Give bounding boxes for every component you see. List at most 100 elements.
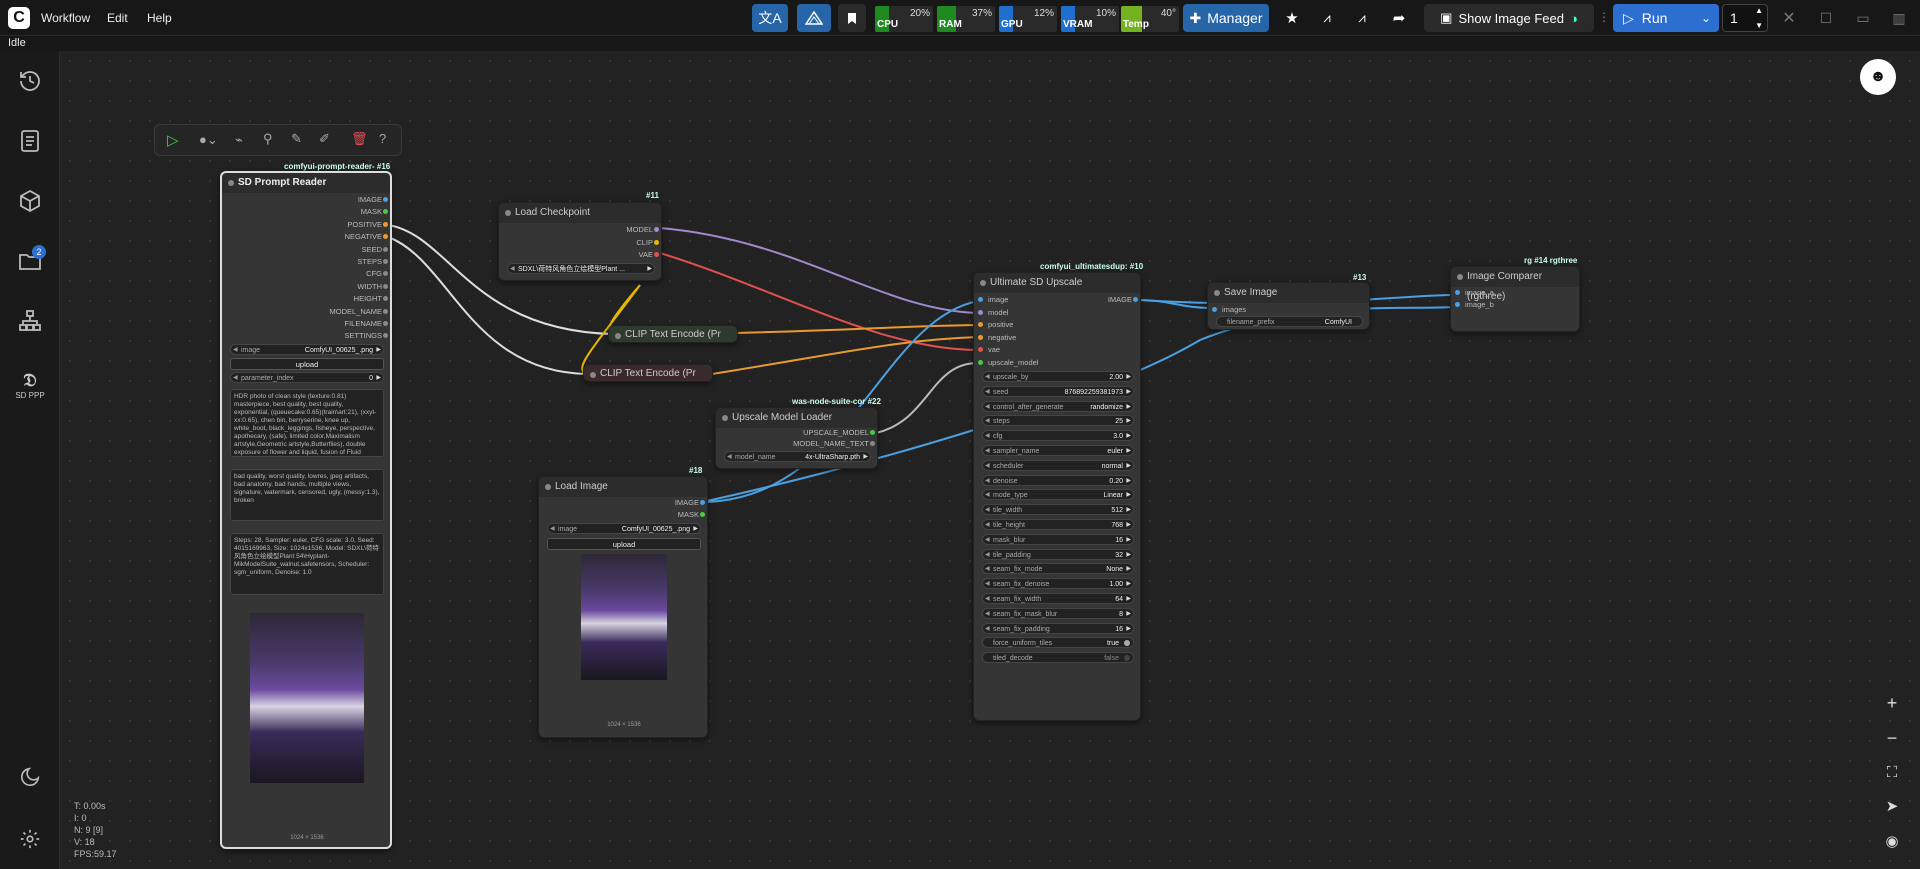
slot-model[interactable] xyxy=(978,309,983,315)
run-selected-icon[interactable]: ▷ xyxy=(167,131,179,149)
run-button[interactable]: ▷ Run ⌄ xyxy=(1613,4,1719,32)
node-ultimate-sd-upscale[interactable]: Ultimate SD Upscale image model positive ne… xyxy=(973,272,1141,721)
node-title[interactable]: Load Image xyxy=(539,477,707,497)
node-title[interactable]: CLIP Text Encode (Pr xyxy=(609,326,737,344)
settings-textarea[interactable]: Steps: 28, Sampler: euler, CFG scale: 3.… xyxy=(230,533,384,595)
model-library-button[interactable] xyxy=(12,183,48,219)
star-button[interactable]: ★ xyxy=(1278,4,1306,32)
slot-image[interactable] xyxy=(700,500,705,505)
slot-image[interactable] xyxy=(978,297,983,302)
assistant-avatar-icon[interactable]: ☻ xyxy=(1860,59,1896,95)
bookmark-button[interactable] xyxy=(838,4,866,32)
fit-view-button[interactable]: ⛶ xyxy=(1874,758,1910,786)
menu-workflow[interactable]: Workflow xyxy=(41,11,90,25)
node-title[interactable]: Ultimate SD Upscale xyxy=(974,273,1140,293)
node-title[interactable]: Image Comparer (rgthree) xyxy=(1451,267,1579,302)
settings-button[interactable] xyxy=(12,821,48,857)
widget-seam-fix-mask-blur[interactable]: seam_fix_mask_blur 8 xyxy=(982,607,1134,620)
negative-prompt-textarea[interactable]: bad quality, worst quality, lowres, jpeg… xyxy=(230,469,384,521)
window-button-c[interactable]: ▥ xyxy=(1886,4,1912,32)
slot-image-a[interactable] xyxy=(1455,290,1460,295)
window-button-b[interactable]: ▭ xyxy=(1850,4,1876,32)
slot-image[interactable] xyxy=(383,197,388,202)
slot-image-b[interactable] xyxy=(1455,302,1460,307)
slot-positive[interactable] xyxy=(383,221,388,227)
node-title[interactable]: Upscale Model Loader xyxy=(716,408,877,428)
help-icon[interactable]: ? xyxy=(379,131,386,146)
node-load-image[interactable]: Load Image IMAGE MASK image ComfyUI_00625… xyxy=(538,476,708,738)
queue-button[interactable] xyxy=(12,123,48,159)
node-load-checkpoint[interactable]: Load Checkpoint MODEL CLIP VAE SDXL\荷特风角色立… xyxy=(498,202,662,281)
widget-mask-blur[interactable]: mask_blur 16 xyxy=(982,533,1134,546)
color-picker-icon[interactable]: ●⌄ xyxy=(199,132,218,148)
widget-tile-height[interactable]: tile_height 768 xyxy=(982,519,1134,531)
history-button[interactable] xyxy=(12,63,48,99)
window-button-a[interactable]: ☐ xyxy=(1813,4,1839,32)
node-library-button[interactable] xyxy=(12,303,48,339)
node-title[interactable]: SD Prompt Reader xyxy=(222,173,390,193)
toggle-links-button[interactable]: ◉ xyxy=(1874,827,1910,855)
widget-seam-fix-padding[interactable]: seam_fix_padding 16 xyxy=(982,622,1134,635)
slot-settings[interactable] xyxy=(383,333,388,339)
image-select[interactable]: image ComfyUI_00625_.png xyxy=(230,344,384,356)
widget-denoise[interactable]: denoise 0.20 xyxy=(982,474,1134,487)
locate-button[interactable]: ➤ xyxy=(1874,792,1910,820)
input-slot[interactable] xyxy=(1212,307,1217,312)
node-clip-text-encode-positive[interactable]: CLIP Text Encode (Pr xyxy=(608,325,738,343)
slot-negative[interactable] xyxy=(383,234,388,240)
slot-upscale-model[interactable] xyxy=(978,359,983,365)
sd-ppp-button[interactable]: 𝔇 SD PPP xyxy=(12,363,48,407)
node-title[interactable]: Load Checkpoint xyxy=(499,203,661,223)
zoom-in-button[interactable]: + xyxy=(1874,689,1910,717)
slot-height[interactable] xyxy=(383,296,388,302)
edit-icon[interactable]: ✎ xyxy=(291,131,302,147)
translate-button[interactable]: 文A xyxy=(752,4,788,32)
queue-count-stepper[interactable]: 1 ▲ ▼ xyxy=(1722,4,1768,32)
widget-tile-padding[interactable]: tile_padding 32 xyxy=(982,548,1134,561)
output-slot[interactable] xyxy=(1133,297,1138,302)
workflows-button[interactable]: 2 xyxy=(12,243,48,279)
widget-steps[interactable]: steps 25 xyxy=(982,415,1134,427)
image-select[interactable]: image ComfyUI_00625_.png xyxy=(547,523,701,535)
node-save-image[interactable]: Save Image images filename_prefix ComfyU… xyxy=(1207,282,1370,330)
slot-clip[interactable] xyxy=(654,239,659,245)
widget-seam-fix-width[interactable]: seam_fix_width 64 xyxy=(982,593,1134,605)
widget-force-uniform-tiles[interactable]: force_uniform_tiles true xyxy=(982,637,1134,649)
widget-seam-fix-mode[interactable]: seam_fix_mode None xyxy=(982,563,1134,575)
slot-upscale-model[interactable] xyxy=(870,430,875,435)
node-title[interactable]: Save Image xyxy=(1208,283,1369,303)
menu-edit[interactable]: Edit xyxy=(107,11,128,25)
crystools-button[interactable] xyxy=(797,4,831,32)
app-logo-icon[interactable]: C xyxy=(8,7,30,29)
node-image-comparer[interactable]: Image Comparer (rgthree) image_a image_b xyxy=(1450,266,1580,332)
pin-icon[interactable]: ⚲ xyxy=(263,131,273,147)
pencil-icon[interactable]: ✐ xyxy=(319,131,330,147)
upload-button[interactable]: upload xyxy=(230,358,384,370)
widget-tiled-decode[interactable]: tiled_decode false xyxy=(982,652,1134,664)
slot-positive[interactable] xyxy=(978,322,983,327)
widget-control-after-generate[interactable]: control_after_generate randomize xyxy=(982,400,1134,413)
clear-queue-button[interactable]: ✕ xyxy=(1777,4,1801,32)
slot-filename[interactable] xyxy=(383,321,388,326)
slot-steps[interactable] xyxy=(383,259,388,264)
model-button-a[interactable]: ⩘ xyxy=(1313,4,1341,32)
menu-help[interactable]: Help xyxy=(147,11,172,25)
slot-model-name-text[interactable] xyxy=(870,441,875,446)
slot-seed[interactable] xyxy=(383,246,388,252)
widget-seam-fix-denoise[interactable]: seam_fix_denoise 1.00 xyxy=(982,578,1134,590)
stepper-up-icon[interactable]: ▲ xyxy=(1755,6,1763,15)
manager-button[interactable]: ✚ Manager xyxy=(1183,4,1269,32)
widget-mode-type[interactable]: mode_type Linear xyxy=(982,489,1134,501)
positive-prompt-textarea[interactable]: HDR photo of clean style (texture:0.81) … xyxy=(230,389,384,457)
zoom-out-button[interactable]: − xyxy=(1874,724,1910,752)
widget-scheduler[interactable]: scheduler normal xyxy=(982,459,1134,472)
widget-sampler-name[interactable]: sampler_name euler xyxy=(982,445,1134,457)
widget-upscale-by[interactable]: upscale_by 2.00 xyxy=(982,371,1134,383)
theme-toggle-button[interactable] xyxy=(12,759,48,795)
filename-prefix-input[interactable]: filename_prefix ComfyUI xyxy=(1216,316,1363,327)
node-title[interactable]: CLIP Text Encode (Pr xyxy=(584,365,712,383)
slot-vae[interactable] xyxy=(654,252,659,257)
slot-model-name[interactable] xyxy=(383,308,388,314)
trash-icon[interactable]: 🗑 xyxy=(351,131,368,147)
node-clip-text-encode-negative[interactable]: CLIP Text Encode (Pr xyxy=(583,364,713,382)
